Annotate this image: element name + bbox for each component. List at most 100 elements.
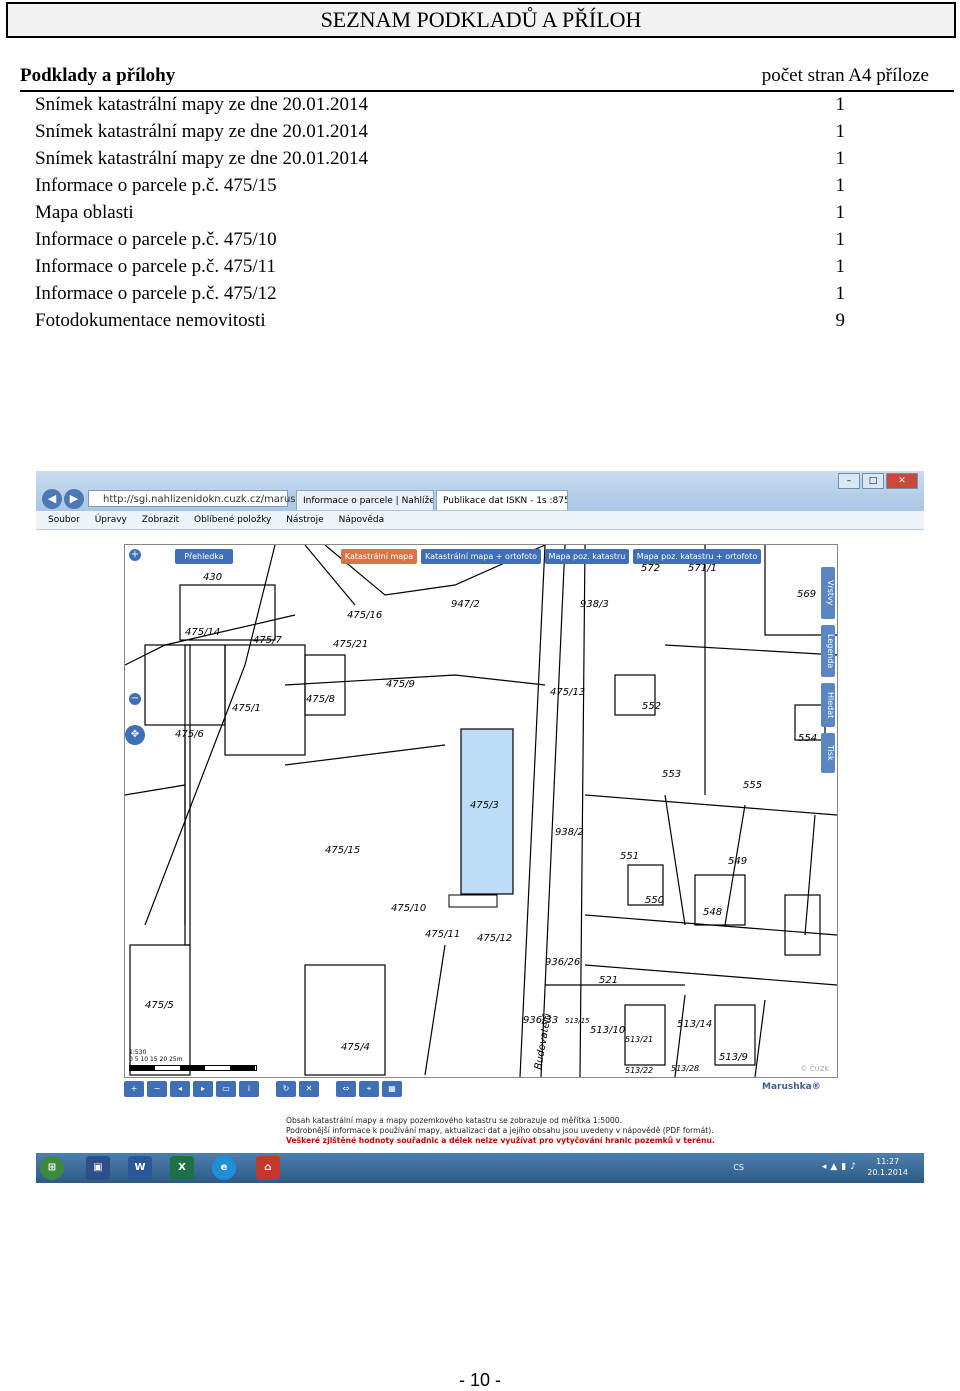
toolbar-select-icon: ▭ bbox=[216, 1081, 236, 1097]
close-icon: ✕ bbox=[886, 473, 918, 489]
zoom-in-icon: + bbox=[129, 549, 141, 561]
parcel-label: 475/5 bbox=[145, 1000, 174, 1011]
list-item-count: 1 bbox=[835, 148, 846, 169]
parcel-label: 548 bbox=[703, 907, 722, 918]
map-tab-katastralni-ortofoto: Katastrální mapa + ortofoto bbox=[421, 549, 541, 564]
list-item-count: 1 bbox=[835, 121, 846, 142]
parcel-label: 550 bbox=[645, 895, 664, 906]
list-item: Snímek katastrální mapy ze dne 20.01.201… bbox=[35, 145, 845, 172]
toolbar-back-icon: ◂ bbox=[170, 1081, 190, 1097]
list-item: Informace o parcele p.č. 475/12 1 bbox=[35, 280, 845, 307]
toolbar-zoom-out-icon: − bbox=[147, 1081, 167, 1097]
toolbar-zoom-in-icon: + bbox=[124, 1081, 144, 1097]
parcel-label: 475/8 bbox=[306, 694, 335, 705]
map-drawing: 430 475/14 475/7 475/16 475/21 947/2 938… bbox=[125, 545, 837, 1077]
list-item-label: Mapa oblasti bbox=[35, 202, 134, 223]
notice-line: Podrobnější informace k používání mapy, … bbox=[286, 1126, 714, 1135]
tray-icons: ◂▲▮♪ bbox=[821, 1162, 860, 1172]
menu-item: Zobrazit bbox=[141, 515, 180, 525]
brand-logo: Marushka® bbox=[762, 1082, 821, 1092]
parcel-label: 475/7 bbox=[253, 635, 282, 646]
menu-item: Soubor bbox=[48, 515, 80, 525]
page-number: - 10 - bbox=[458, 1370, 501, 1390]
browser-tab-active: Publikace dat ISKN - 1s :875... bbox=[436, 490, 568, 510]
toolbar-gps-icon: ⌖ bbox=[359, 1081, 379, 1097]
parcel-label: 571/1 bbox=[688, 563, 717, 574]
toolbar-forward-icon: ▸ bbox=[193, 1081, 213, 1097]
toolbar-kn-icon: ▦ bbox=[382, 1081, 402, 1097]
minimize-icon: – bbox=[838, 473, 860, 489]
parcel-label: 513/28 bbox=[671, 1064, 699, 1073]
windows-taskbar: ⊞ ▣ W X e ⌂ CS ◂▲▮♪ 11:27 20.1.2014 bbox=[36, 1153, 924, 1183]
start-icon: ⊞ bbox=[40, 1156, 64, 1180]
parcel-label: 475/16 bbox=[347, 610, 382, 621]
parcel-label: 549 bbox=[728, 856, 747, 867]
parcel-label: 513/9 bbox=[719, 1052, 748, 1063]
list-header-right: počet stran A4 příloze bbox=[761, 65, 929, 86]
list-item: Informace o parcele p.č. 475/10 1 bbox=[35, 226, 845, 253]
cadastral-map-screenshot: – □ ✕ ◀ ▶ http://sgi.nahlizenidokn.cuzk.… bbox=[36, 471, 924, 1183]
toolbar-info-icon: i bbox=[239, 1081, 259, 1097]
clock-time: 11:27 bbox=[876, 1157, 900, 1166]
parcel-label: 569 bbox=[797, 589, 816, 600]
list-item-label: Informace o parcele p.č. 475/12 bbox=[35, 283, 277, 304]
browser-tab: Informace o parcele | Nahlížení... bbox=[296, 490, 434, 510]
zoom-out-icon: − bbox=[129, 693, 141, 705]
parcel-label: 430 bbox=[203, 572, 222, 583]
clock: 11:27 20.1.2014 bbox=[867, 1156, 908, 1178]
list-item-count: 1 bbox=[835, 202, 846, 223]
address-bar: http://sgi.nahlizenidokn.cuzk.cz/marushl bbox=[88, 490, 305, 507]
parcel-label: 475/13 bbox=[550, 687, 585, 698]
parcel-label: 475/14 bbox=[185, 627, 220, 638]
parcel-label: 475/11 bbox=[425, 929, 460, 940]
notice-warning: Veškeré zjištěné hodnoty souřadnic a dél… bbox=[286, 1136, 715, 1145]
map-notice: Obsah katastrální mapy a mapy pozemkovéh… bbox=[286, 1116, 806, 1146]
maximize-icon: □ bbox=[862, 473, 884, 489]
list-header: Podklady a přílohy počet stran A4 příloz… bbox=[20, 64, 954, 92]
parcel-label: 513/15 bbox=[565, 1017, 590, 1025]
list-item-label: Informace o parcele p.č. 475/15 bbox=[35, 175, 277, 196]
list-item-count: 9 bbox=[835, 310, 846, 331]
parcel-label: 938/2 bbox=[555, 827, 584, 838]
map-tab-poz-katastru: Mapa poz. katastru bbox=[545, 549, 629, 564]
list-item-count: 1 bbox=[835, 283, 846, 304]
toolbar-clear-icon: ✕ bbox=[299, 1081, 319, 1097]
list-header-left: Podklady a přílohy bbox=[20, 65, 176, 86]
parcel-label: 947/2 bbox=[451, 599, 480, 610]
parcel-label: 513/21 bbox=[625, 1035, 653, 1044]
list-item-label: Snímek katastrální mapy ze dne 20.01.201… bbox=[35, 121, 368, 142]
parcel-label: 475/3 bbox=[470, 800, 499, 811]
parcel-label: 513/10 bbox=[590, 1025, 625, 1036]
parcel-label: 551 bbox=[620, 851, 639, 862]
menu-item: Nápověda bbox=[338, 515, 385, 525]
parcel-label: 938/3 bbox=[580, 599, 609, 610]
clock-date: 20.1.2014 bbox=[867, 1168, 908, 1177]
browser-page: 430 475/14 475/7 475/16 475/21 947/2 938… bbox=[36, 530, 924, 1153]
parcel-label: 521 bbox=[599, 975, 618, 986]
copyright-mark: © ČÚZK bbox=[800, 1065, 830, 1073]
parcel-label: 475/9 bbox=[386, 679, 415, 690]
parcel-label: 513/14 bbox=[677, 1019, 712, 1030]
list-item-count: 1 bbox=[835, 94, 846, 115]
side-tab-vrstvy: Vrstvy bbox=[821, 567, 835, 619]
list-item-label: Snímek katastrální mapy ze dne 20.01.201… bbox=[35, 148, 368, 169]
side-tab-legenda: Legenda bbox=[821, 625, 835, 677]
browser-titlebar: – □ ✕ ◀ ▶ http://sgi.nahlizenidokn.cuzk.… bbox=[36, 471, 924, 511]
save-icon: ▣ bbox=[86, 1156, 110, 1180]
menu-item: Nástroje bbox=[286, 515, 324, 525]
list-item-count: 1 bbox=[835, 175, 846, 196]
map-tab-katastralni: Katastrální mapa bbox=[341, 549, 417, 564]
parcel-label: 555 bbox=[743, 780, 762, 791]
parcel-label: 572 bbox=[641, 563, 660, 574]
list-item-label: Snímek katastrální mapy ze dne 20.01.201… bbox=[35, 94, 368, 115]
back-icon: ◀ bbox=[42, 489, 62, 509]
list-item-count: 1 bbox=[835, 256, 846, 277]
parcel-label: 475/21 bbox=[333, 639, 368, 650]
parcel-label: 553 bbox=[662, 769, 681, 780]
parcel-label: 475/15 bbox=[325, 845, 360, 856]
parcel-label: 475/12 bbox=[477, 933, 512, 944]
cadastral-map: 430 475/14 475/7 475/16 475/21 947/2 938… bbox=[124, 544, 838, 1078]
parcel-label: 554 bbox=[798, 733, 817, 744]
list-item-label: Fotodokumentace nemovitosti bbox=[35, 310, 266, 331]
notice-line: Obsah katastrální mapy a mapy pozemkovéh… bbox=[286, 1116, 623, 1125]
